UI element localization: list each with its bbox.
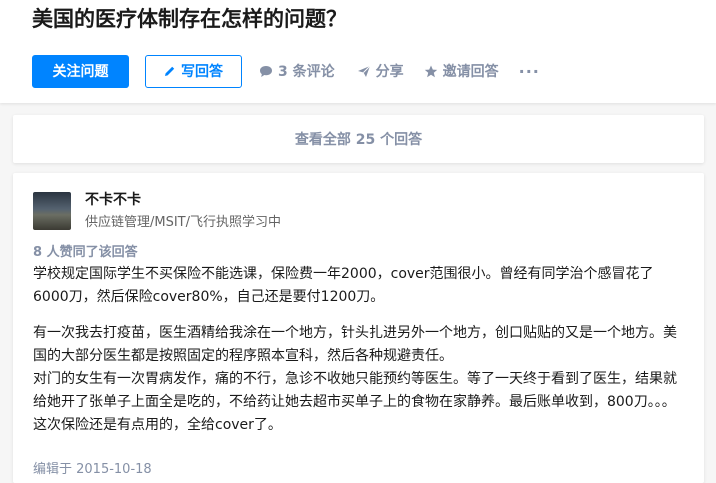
paper-plane-icon <box>357 65 370 77</box>
comment-bubble-icon <box>260 65 272 77</box>
vote-count-text: 8 人赞同了该回答 <box>33 245 138 260</box>
answer-paragraph: 对门的女生有一次胃病发作，痛的不行，急诊不收她只能预约等医生。等了一天终于看到了… <box>33 371 677 433</box>
share-label: 分享 <box>375 64 404 80</box>
author-bio: 供应链管理/MSIT/飞行执照学习中 <box>85 215 282 230</box>
answer-paragraph: 有一次我去打疫苗，医生酒精给我涂在一个地方，针头扎进另外一个地方，创口贴贴的又是… <box>33 325 677 364</box>
comments-label: 3 条评论 <box>278 64 335 80</box>
invite-answer-label: 邀请回答 <box>442 64 499 80</box>
more-options-button[interactable]: ··· <box>519 62 540 81</box>
share-button[interactable]: 分享 <box>357 61 404 81</box>
question-actions: 关注问题 写回答 3 条评论 分享 邀请回答 ··· <box>32 54 540 88</box>
view-all-answers-label: 查看全部 25 个回答 <box>294 132 423 148</box>
author-name[interactable]: 不卡不卡 <box>85 189 141 209</box>
invite-answer-button[interactable]: 邀请回答 <box>424 61 499 81</box>
answer-item: 不卡不卡 供应链管理/MSIT/飞行执照学习中 8 人赞同了该回答 学校规定国际… <box>13 173 704 483</box>
answer-content: 学校规定国际学生不买保险不能选课，保险费一年2000，cover范围很小。曾经有… <box>33 263 687 437</box>
pencil-icon <box>165 66 175 76</box>
view-all-answers-button[interactable]: 查看全部 25 个回答 <box>13 115 704 163</box>
follow-question-button[interactable]: 关注问题 <box>32 54 129 88</box>
answer-paragraph: 学校规定国际学生不买保险不能选课，保险费一年2000，cover范围很小。曾经有… <box>33 266 654 305</box>
avatar[interactable] <box>33 192 71 230</box>
question-header: 美国的医疗体制存在怎样的问题？ 关注问题 写回答 3 条评论 分享 邀请回答 ·… <box>0 0 716 103</box>
write-answer-button[interactable]: 写回答 <box>145 54 242 88</box>
edit-timestamp[interactable]: 编辑于 2015-10-18 <box>33 458 152 477</box>
star-icon <box>424 65 437 77</box>
write-answer-label: 写回答 <box>181 64 223 80</box>
comments-button[interactable]: 3 条评论 <box>259 61 335 81</box>
question-title[interactable]: 美国的医疗体制存在怎样的问题？ <box>32 4 347 34</box>
